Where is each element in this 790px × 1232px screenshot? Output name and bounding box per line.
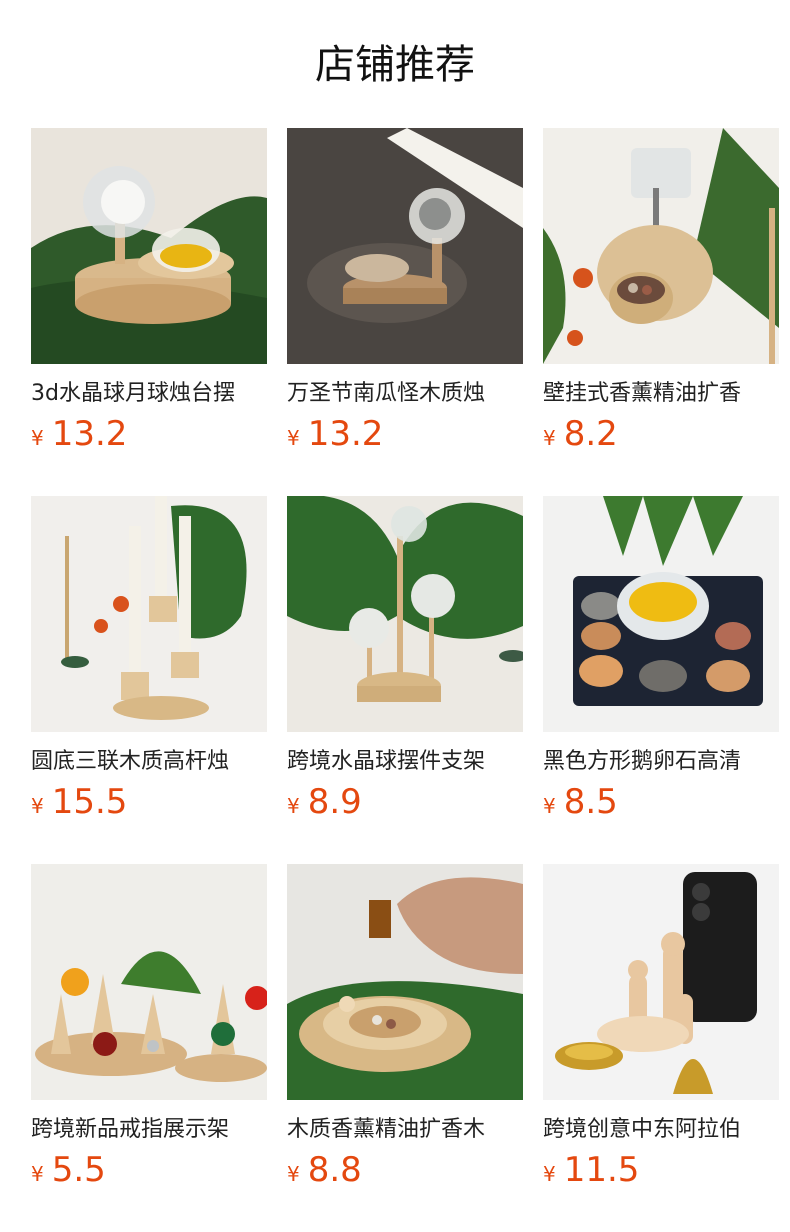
product-price: ¥13.2 — [287, 414, 523, 460]
product-card[interactable]: 木质香薰精油扩香木 ¥8.8 — [287, 864, 523, 1232]
currency-symbol: ¥ — [31, 426, 44, 450]
product-image[interactable] — [543, 496, 779, 732]
price-value: 8.9 — [307, 782, 362, 822]
price-value: 8.5 — [563, 782, 618, 822]
product-name[interactable]: 黑色方形鹅卵石高清 — [543, 746, 779, 778]
currency-symbol: ¥ — [543, 1162, 556, 1186]
product-price: ¥8.5 — [543, 782, 779, 828]
product-name[interactable]: 3d水晶球月球烛台摆 — [31, 378, 267, 410]
currency-symbol: ¥ — [543, 794, 556, 818]
product-card[interactable]: 3d水晶球月球烛台摆 ¥13.2 — [31, 128, 267, 496]
product-name[interactable]: 跨境创意中东阿拉伯 — [543, 1114, 779, 1146]
product-card[interactable]: 跨境创意中东阿拉伯 ¥11.5 — [543, 864, 779, 1232]
price-value: 13.2 — [307, 414, 384, 454]
product-card[interactable]: 壁挂式香薰精油扩香 ¥8.2 — [543, 128, 779, 496]
product-price: ¥13.2 — [31, 414, 267, 460]
price-value: 11.5 — [563, 1150, 640, 1190]
product-name[interactable]: 跨境水晶球摆件支架 — [287, 746, 523, 778]
price-value: 13.2 — [51, 414, 128, 454]
price-value: 5.5 — [51, 1150, 106, 1190]
product-image[interactable] — [543, 128, 779, 364]
product-card[interactable]: 圆底三联木质高杆烛 ¥15.5 — [31, 496, 267, 864]
product-image[interactable] — [543, 864, 779, 1100]
product-price: ¥8.9 — [287, 782, 523, 828]
currency-symbol: ¥ — [31, 1162, 44, 1186]
currency-symbol: ¥ — [287, 794, 300, 818]
product-card[interactable]: 跨境新品戒指展示架 ¥5.5 — [31, 864, 267, 1232]
product-image[interactable] — [31, 128, 267, 364]
product-image[interactable] — [287, 128, 523, 364]
product-card[interactable]: 万圣节南瓜怪木质烛 ¥13.2 — [287, 128, 523, 496]
product-name[interactable]: 万圣节南瓜怪木质烛 — [287, 378, 523, 410]
product-image[interactable] — [287, 496, 523, 732]
product-card[interactable]: 跨境水晶球摆件支架 ¥8.9 — [287, 496, 523, 864]
product-price: ¥15.5 — [31, 782, 267, 828]
product-image[interactable] — [287, 864, 523, 1100]
product-price: ¥11.5 — [543, 1150, 779, 1196]
currency-symbol: ¥ — [287, 1162, 300, 1186]
product-name[interactable]: 木质香薰精油扩香木 — [287, 1114, 523, 1146]
product-image[interactable] — [31, 496, 267, 732]
product-price: ¥8.8 — [287, 1150, 523, 1196]
product-price: ¥5.5 — [31, 1150, 267, 1196]
product-image[interactable] — [31, 864, 267, 1100]
price-value: 8.2 — [563, 414, 618, 454]
product-name[interactable]: 壁挂式香薰精油扩香 — [543, 378, 779, 410]
product-price: ¥8.2 — [543, 414, 779, 460]
section-title: 店铺推荐 — [315, 42, 475, 88]
product-name[interactable]: 跨境新品戒指展示架 — [31, 1114, 267, 1146]
price-value: 8.8 — [307, 1150, 362, 1190]
currency-symbol: ¥ — [31, 794, 44, 818]
currency-symbol: ¥ — [287, 426, 300, 450]
product-grid: 3d水晶球月球烛台摆 ¥13.2 万圣节南瓜怪木质烛 ¥13.2 壁挂式香薰精油… — [31, 128, 790, 1232]
currency-symbol: ¥ — [543, 426, 556, 450]
price-value: 15.5 — [51, 782, 128, 822]
product-card[interactable]: 黑色方形鹅卵石高清 ¥8.5 — [543, 496, 779, 864]
product-name[interactable]: 圆底三联木质高杆烛 — [31, 746, 267, 778]
